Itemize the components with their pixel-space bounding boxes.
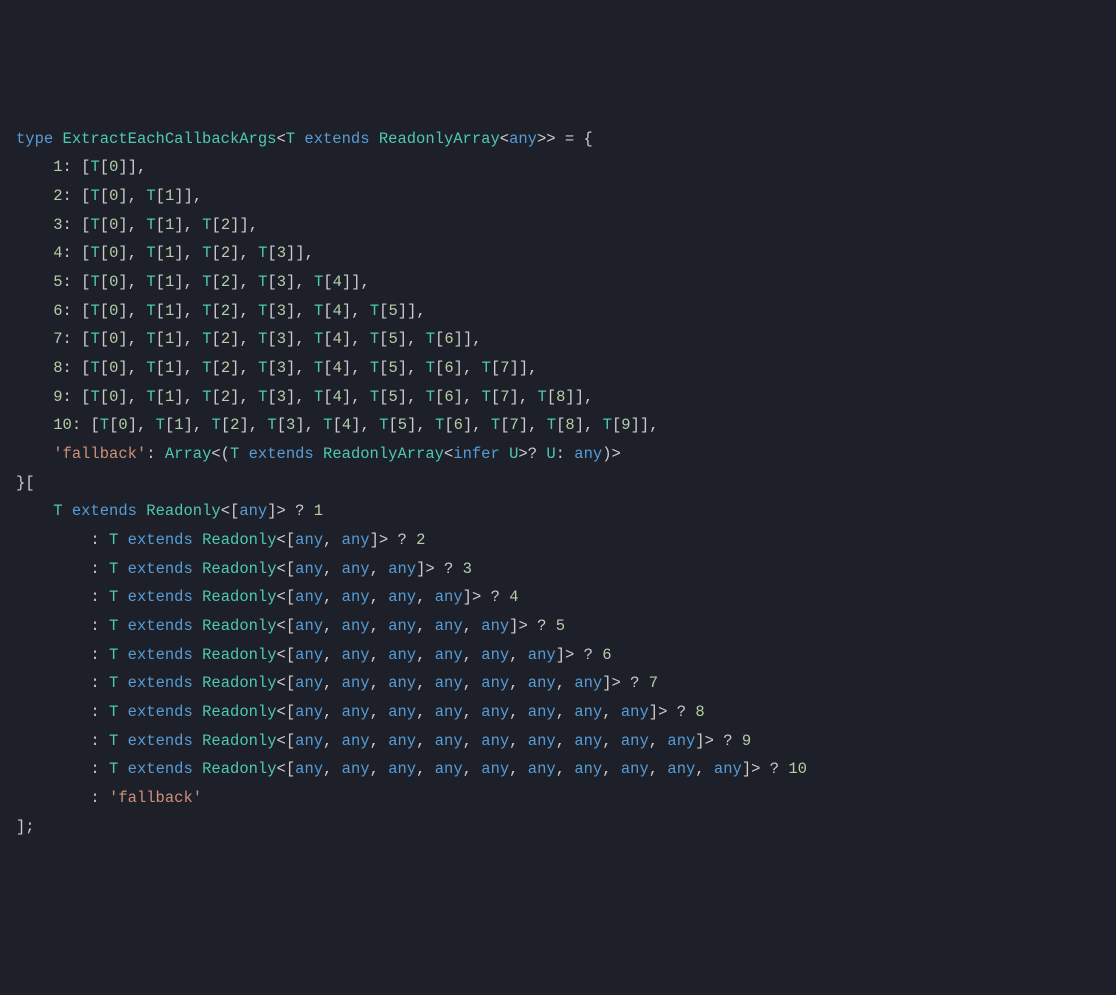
code-line: 2: [T[0], T[1]], bbox=[16, 182, 1100, 211]
code-editor[interactable]: type ExtractEachCallbackArgs<T extends R… bbox=[16, 125, 1100, 842]
code-line: : T extends Readonly<[any, any, any, any… bbox=[16, 698, 1100, 727]
code-line: ]; bbox=[16, 813, 1100, 842]
code-line: 10: [T[0], T[1], T[2], T[3], T[4], T[5],… bbox=[16, 411, 1100, 440]
code-line: : T extends Readonly<[any, any]> ? 2 bbox=[16, 526, 1100, 555]
code-line: 6: [T[0], T[1], T[2], T[3], T[4], T[5]], bbox=[16, 297, 1100, 326]
code-line: : T extends Readonly<[any, any, any, any… bbox=[16, 669, 1100, 698]
code-line: 9: [T[0], T[1], T[2], T[3], T[4], T[5], … bbox=[16, 383, 1100, 412]
code-line: : T extends Readonly<[any, any, any, any… bbox=[16, 583, 1100, 612]
code-line: 3: [T[0], T[1], T[2]], bbox=[16, 211, 1100, 240]
code-line: type ExtractEachCallbackArgs<T extends R… bbox=[16, 125, 1100, 154]
code-line: }[ bbox=[16, 469, 1100, 498]
code-line: 1: [T[0]], bbox=[16, 153, 1100, 182]
code-line: 4: [T[0], T[1], T[2], T[3]], bbox=[16, 239, 1100, 268]
code-line: : T extends Readonly<[any, any, any, any… bbox=[16, 612, 1100, 641]
code-line: 'fallback': Array<(T extends ReadonlyArr… bbox=[16, 440, 1100, 469]
code-line: : 'fallback' bbox=[16, 784, 1100, 813]
code-line: 7: [T[0], T[1], T[2], T[3], T[4], T[5], … bbox=[16, 325, 1100, 354]
code-line: : T extends Readonly<[any, any, any, any… bbox=[16, 727, 1100, 756]
code-line: : T extends Readonly<[any, any, any, any… bbox=[16, 755, 1100, 784]
code-line: 8: [T[0], T[1], T[2], T[3], T[4], T[5], … bbox=[16, 354, 1100, 383]
code-line: T extends Readonly<[any]> ? 1 bbox=[16, 497, 1100, 526]
code-line: : T extends Readonly<[any, any, any, any… bbox=[16, 641, 1100, 670]
code-line: : T extends Readonly<[any, any, any]> ? … bbox=[16, 555, 1100, 584]
code-line: 5: [T[0], T[1], T[2], T[3], T[4]], bbox=[16, 268, 1100, 297]
